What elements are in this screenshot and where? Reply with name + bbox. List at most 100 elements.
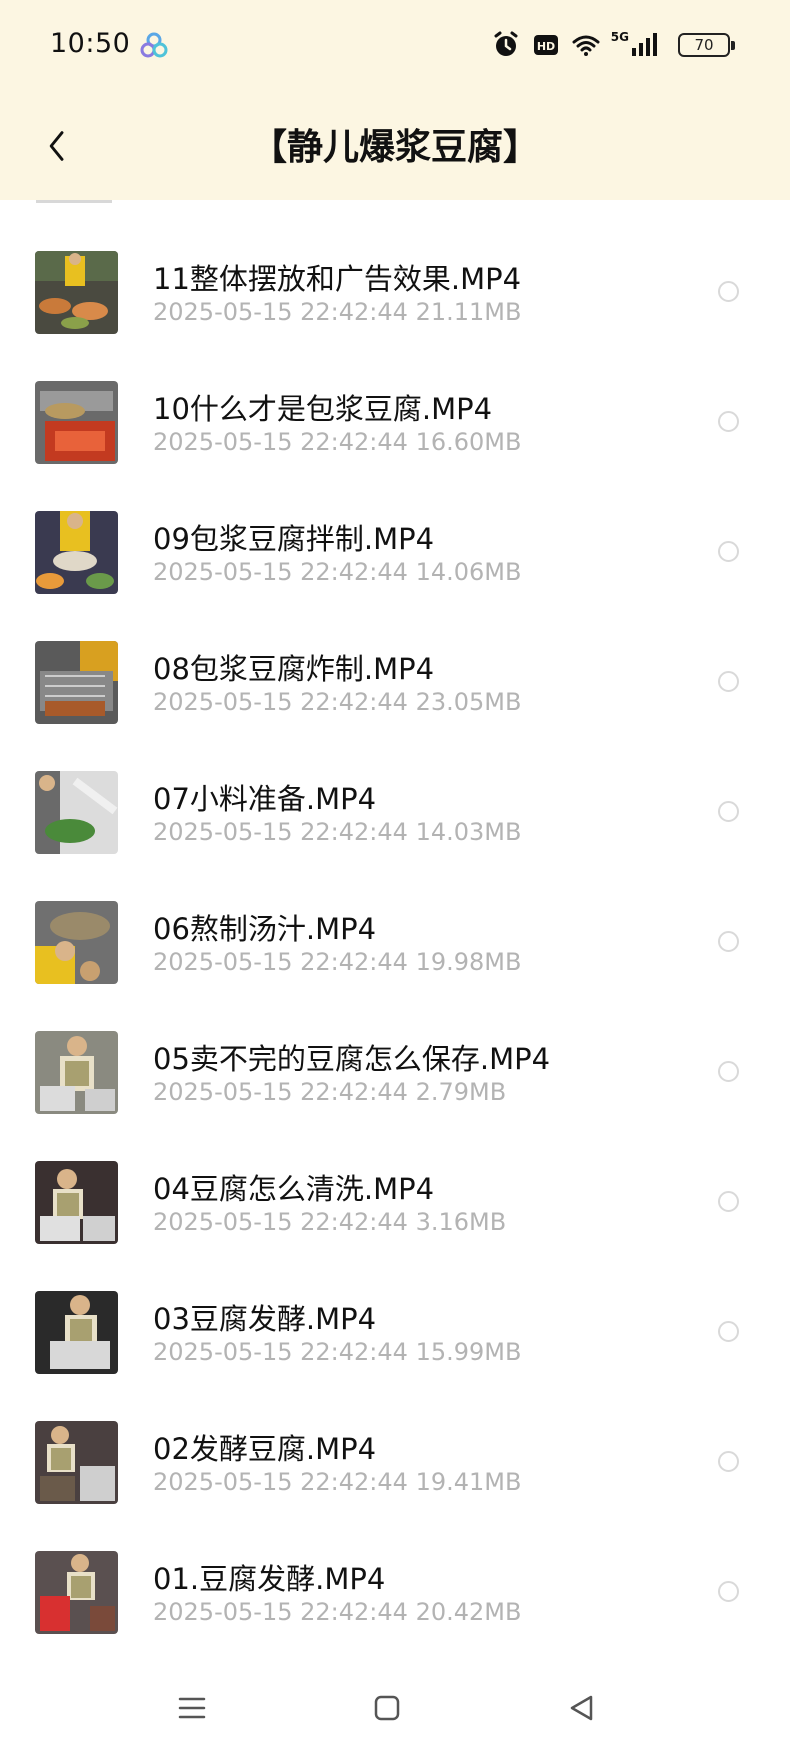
list-item[interactable]: 11整体摆放和广告效果.MP4 2025-05-15 22:42:44 21.1… — [0, 226, 790, 356]
select-radio[interactable] — [718, 671, 739, 692]
file-date: 2025-05-15 — [153, 688, 293, 716]
battery-icon: 70 — [678, 33, 735, 57]
file-meta: 2025-05-15 22:42:44 2.79MB — [153, 1078, 506, 1106]
home-button[interactable] — [367, 1688, 407, 1728]
file-meta: 2025-05-15 22:42:44 19.98MB — [153, 948, 521, 976]
svg-text:HD: HD — [537, 40, 555, 53]
file-name: 02发酵豆腐.MP4 — [153, 1432, 377, 1466]
video-thumbnail — [35, 1421, 118, 1504]
video-thumbnail — [35, 641, 118, 724]
nav-back-button[interactable] — [562, 1688, 602, 1728]
wifi-icon — [571, 30, 601, 60]
status-icons: HD 5G 70 — [491, 28, 735, 62]
file-time: 22:42:44 — [300, 298, 408, 326]
file-date: 2025-05-15 — [153, 1078, 293, 1106]
file-name: 06熬制汤汁.MP4 — [153, 912, 377, 946]
list-item[interactable]: 08包浆豆腐炸制.MP4 2025-05-15 22:42:44 23.05MB — [0, 616, 790, 746]
list-item[interactable]: 03豆腐发酵.MP4 2025-05-15 22:42:44 15.99MB — [0, 1266, 790, 1396]
page-title: 【静儿爆浆豆腐】 — [250, 127, 539, 168]
select-radio[interactable] — [718, 1581, 739, 1602]
video-thumbnail — [35, 1551, 118, 1634]
list-item[interactable]: 07小料准备.MP4 2025-05-15 22:42:44 14.03MB — [0, 746, 790, 876]
file-time: 22:42:44 — [300, 1078, 408, 1106]
list-item[interactable]: 09包浆豆腐拌制.MP4 2025-05-15 22:42:44 14.06MB — [0, 486, 790, 616]
file-meta: 2025-05-15 22:42:44 15.99MB — [153, 1338, 521, 1366]
file-name: 07小料准备.MP4 — [153, 782, 377, 816]
file-time: 22:42:44 — [300, 1208, 408, 1236]
file-meta: 2025-05-15 22:42:44 16.60MB — [153, 428, 521, 456]
select-radio[interactable] — [718, 801, 739, 822]
status-bar: 10:50 HD 5G 70 — [0, 0, 790, 92]
video-thumbnail — [35, 1031, 118, 1114]
file-name: 01.豆腐发酵.MP4 — [153, 1562, 386, 1596]
file-size: 14.06MB — [415, 558, 522, 586]
file-meta: 2025-05-15 22:42:44 20.42MB — [153, 1598, 521, 1626]
list-item[interactable]: 04豆腐怎么清洗.MP4 2025-05-15 22:42:44 3.16MB — [0, 1136, 790, 1266]
video-thumbnail — [35, 251, 118, 334]
signal-bars-icon — [632, 33, 657, 56]
select-radio[interactable] — [718, 541, 739, 562]
file-name: 04豆腐怎么清洗.MP4 — [153, 1172, 435, 1206]
select-radio[interactable] — [718, 411, 739, 432]
video-thumbnail — [35, 1161, 118, 1244]
file-size: 2.79MB — [415, 1078, 507, 1106]
file-meta: 2025-05-15 22:42:44 23.05MB — [153, 688, 521, 716]
select-radio[interactable] — [718, 1191, 739, 1212]
file-size: 19.98MB — [415, 948, 522, 976]
select-radio[interactable] — [718, 1451, 739, 1472]
file-size: 15.99MB — [415, 1338, 522, 1366]
file-size: 23.05MB — [415, 688, 522, 716]
file-date: 2025-05-15 — [153, 1598, 293, 1626]
file-date: 2025-05-15 — [153, 558, 293, 586]
list-item[interactable]: 06熬制汤汁.MP4 2025-05-15 22:42:44 19.98MB — [0, 876, 790, 1006]
network-type: 5G — [610, 30, 629, 44]
list-item[interactable]: 05卖不完的豆腐怎么保存.MP4 2025-05-15 22:42:44 2.7… — [0, 1006, 790, 1136]
system-nav-bar — [0, 1660, 790, 1756]
select-radio[interactable] — [718, 1061, 739, 1082]
menu-button[interactable] — [172, 1688, 212, 1728]
file-date: 2025-05-15 — [153, 1468, 293, 1496]
file-size: 19.41MB — [415, 1468, 522, 1496]
list-item[interactable]: 10什么才是包浆豆腐.MP4 2025-05-15 22:42:44 16.60… — [0, 356, 790, 486]
file-date: 2025-05-15 — [153, 818, 293, 846]
video-thumbnail — [35, 1291, 118, 1374]
file-time: 22:42:44 — [300, 818, 408, 846]
file-date: 2025-05-15 — [153, 1208, 293, 1236]
list-item[interactable]: 02发酵豆腐.MP4 2025-05-15 22:42:44 19.41MB — [0, 1396, 790, 1526]
file-name: 05卖不完的豆腐怎么保存.MP4 — [153, 1042, 551, 1076]
file-size: 21.11MB — [415, 298, 522, 326]
file-time: 22:42:44 — [300, 688, 408, 716]
file-date: 2025-05-15 — [153, 948, 293, 976]
menu-icon — [178, 1697, 206, 1719]
select-radio[interactable] — [718, 1321, 739, 1342]
file-name: 08包浆豆腐炸制.MP4 — [153, 652, 435, 686]
file-name: 11整体摆放和广告效果.MP4 — [153, 262, 522, 296]
file-time: 22:42:44 — [300, 948, 408, 976]
video-thumbnail — [35, 381, 118, 464]
file-date: 2025-05-15 — [153, 298, 293, 326]
list-item-partial — [0, 200, 790, 226]
file-time: 22:42:44 — [300, 558, 408, 586]
list-item[interactable]: 01.豆腐发酵.MP4 2025-05-15 22:42:44 20.42MB — [0, 1526, 790, 1656]
battery-level: 70 — [694, 36, 714, 54]
cellular-signal: 5G — [611, 30, 660, 60]
select-radio[interactable] — [718, 931, 739, 952]
file-size: 3.16MB — [415, 1208, 507, 1236]
file-meta: 2025-05-15 22:42:44 3.16MB — [153, 1208, 506, 1236]
file-time: 22:42:44 — [300, 1598, 408, 1626]
file-time: 22:42:44 — [300, 428, 408, 456]
app-notification-icon — [140, 32, 168, 60]
file-meta: 2025-05-15 22:42:44 21.11MB — [153, 298, 521, 326]
hd-icon: HD — [531, 30, 561, 60]
video-thumbnail — [35, 901, 118, 984]
file-date: 2025-05-15 — [153, 1338, 293, 1366]
home-square-icon — [374, 1695, 400, 1721]
file-name: 03豆腐发酵.MP4 — [153, 1302, 377, 1336]
file-time: 22:42:44 — [300, 1468, 408, 1496]
file-list: 11整体摆放和广告效果.MP4 2025-05-15 22:42:44 21.1… — [0, 200, 790, 1656]
file-name: 10什么才是包浆豆腐.MP4 — [153, 392, 493, 426]
select-radio[interactable] — [718, 281, 739, 302]
file-meta: 2025-05-15 22:42:44 14.06MB — [153, 558, 521, 586]
file-size: 16.60MB — [415, 428, 522, 456]
file-size: 20.42MB — [415, 1598, 522, 1626]
